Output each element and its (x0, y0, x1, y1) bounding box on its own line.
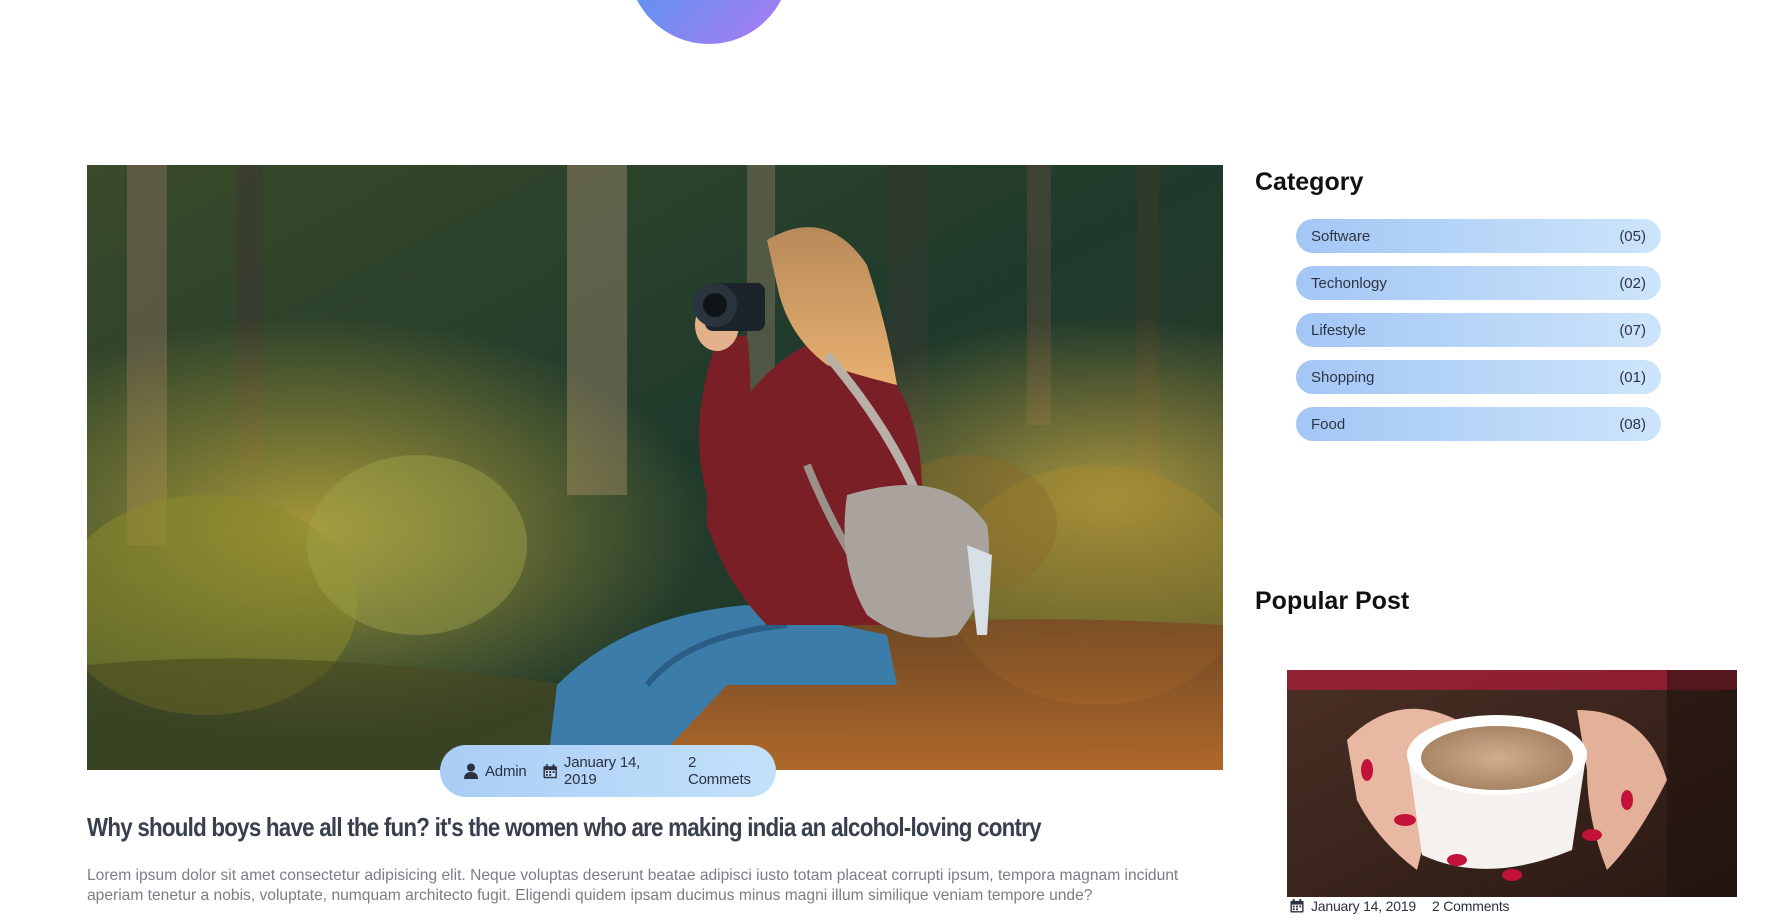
post-excerpt: Lorem ipsum dolor sit amet consectetur a… (87, 867, 1179, 904)
category-item-lifestyle[interactable]: Lifestyle (07) (1296, 313, 1661, 347)
category-name: Lifestyle (1311, 321, 1367, 339)
category-name: Shopping (1311, 368, 1375, 386)
blog-page: Admin January 14, 2019 2 Commets Why sho… (0, 0, 1767, 922)
category-count: (02) (1619, 274, 1646, 292)
post-comments[interactable]: 2 Commets (688, 754, 760, 788)
calendar-icon (1290, 899, 1304, 913)
coffee-cup-illustration (1287, 670, 1737, 897)
category-item-technology[interactable]: Techonlogy (02) (1296, 266, 1661, 300)
popular-post-meta: January 14, 2019 2 Comments (1290, 898, 1510, 914)
post-author-label: Admin (485, 762, 527, 780)
category-item-food[interactable]: Food (08) (1296, 407, 1661, 441)
category-widget-title: Category (1255, 168, 1364, 196)
popular-post-widget-title: Popular Post (1255, 587, 1410, 615)
forest-photographer-illustration (87, 165, 1223, 770)
category-name: Food (1311, 415, 1346, 433)
category-count: (01) (1619, 368, 1646, 386)
post-date-label: January 14, 2019 (563, 754, 641, 788)
user-icon (464, 763, 478, 779)
category-item-software[interactable]: Software (05) (1296, 219, 1661, 253)
featured-post-image[interactable] (87, 165, 1223, 770)
post-title[interactable]: Why should boys have all the fun? it's t… (87, 812, 1067, 843)
category-list: Software (05) Techonlogy (02) Lifestyle … (1296, 219, 1661, 454)
popular-post-comments[interactable]: 2 Comments (1432, 898, 1510, 914)
decorative-gradient-circle (628, 0, 790, 44)
post-author[interactable]: Admin (464, 763, 527, 780)
popular-post-image[interactable] (1287, 670, 1737, 897)
category-count: (07) (1619, 321, 1646, 339)
popular-post-date: January 14, 2019 (1311, 898, 1416, 914)
calendar-icon (543, 763, 557, 778)
category-name: Software (1311, 227, 1371, 245)
category-count: (05) (1619, 227, 1646, 245)
post-comments-label: 2 Commets (688, 754, 751, 788)
post-date: January 14, 2019 (543, 754, 672, 788)
category-name: Techonlogy (1311, 274, 1387, 292)
category-count: (08) (1619, 415, 1646, 433)
post-meta-bar: Admin January 14, 2019 2 Commets (440, 745, 776, 797)
category-item-shopping[interactable]: Shopping (01) (1296, 360, 1661, 394)
